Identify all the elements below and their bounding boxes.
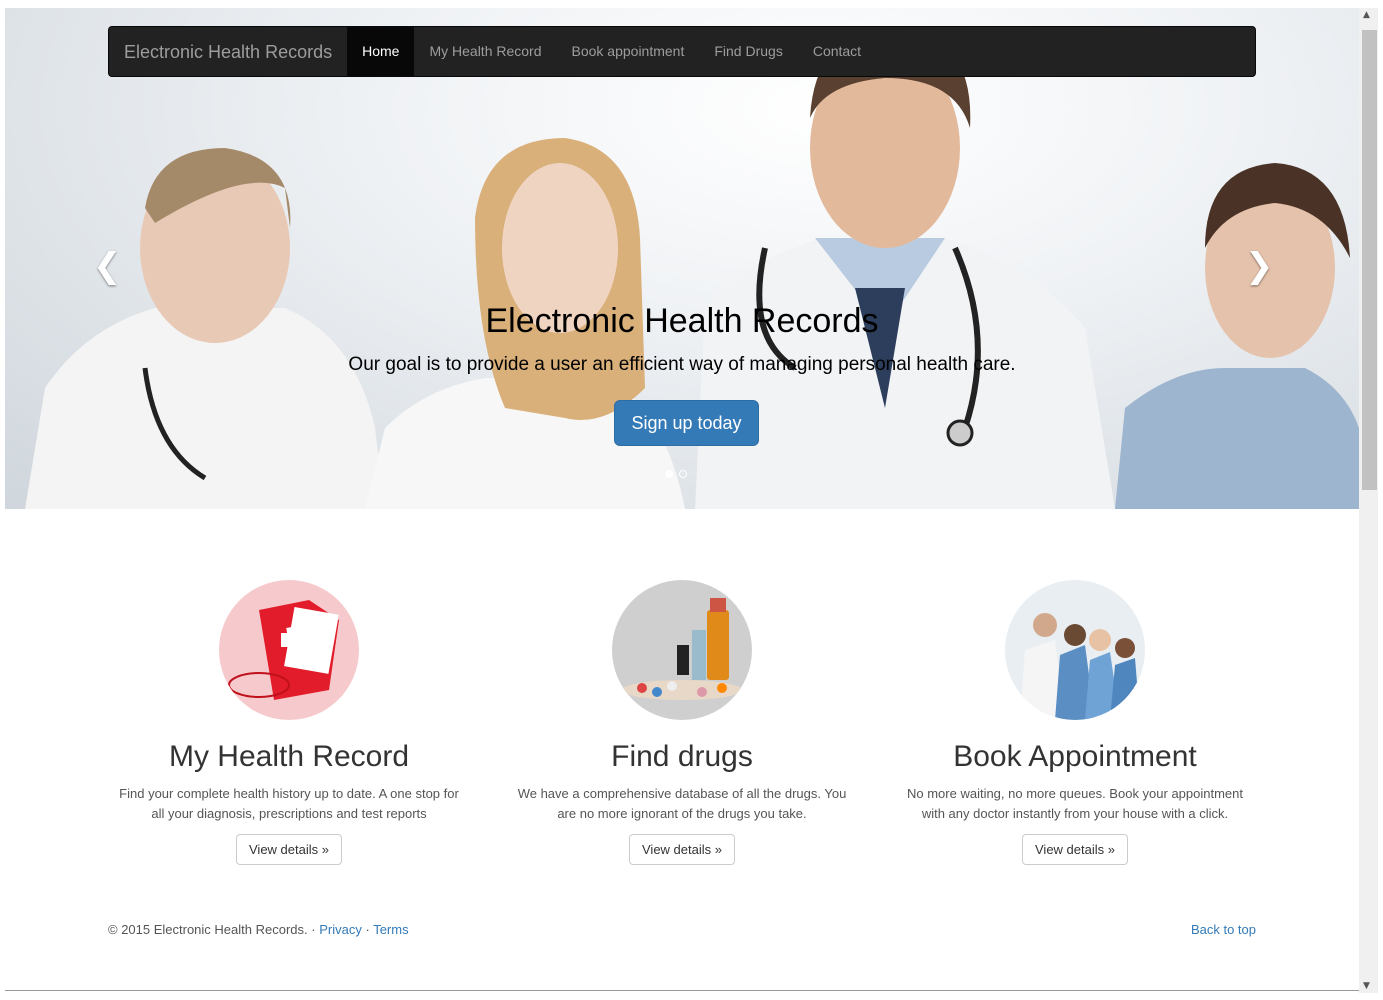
privacy-link[interactable]: Privacy bbox=[319, 922, 362, 937]
chevron-right-icon: ❯ bbox=[1245, 246, 1274, 286]
feature-text: Find your complete health history up to … bbox=[119, 786, 459, 821]
carousel-indicator[interactable] bbox=[665, 470, 673, 478]
nav-item-book-appointment[interactable]: Book appointment bbox=[557, 27, 700, 76]
page-footer: © 2015 Electronic Health Records. · Priv… bbox=[108, 922, 1256, 937]
sign-up-button[interactable]: Sign up today bbox=[614, 400, 759, 446]
scroll-down-icon[interactable]: ▼ bbox=[1363, 981, 1370, 991]
feature-title: Book Appointment bbox=[953, 740, 1197, 773]
medical-folder-image bbox=[219, 580, 359, 720]
view-details-button[interactable]: View details » bbox=[236, 834, 342, 865]
nav-menu: Home My Health Record Book appointment F… bbox=[347, 27, 876, 76]
nav-item-find-drugs[interactable]: Find Drugs bbox=[699, 27, 797, 76]
scrollbar-thumb[interactable] bbox=[1362, 30, 1377, 490]
carousel-subtitle: Our goal is to provide a user an efficie… bbox=[348, 354, 1016, 375]
view-details-button[interactable]: View details » bbox=[629, 834, 735, 865]
copyright-text: © 2015 Electronic Health Records. bbox=[108, 922, 308, 937]
footer-separator: · bbox=[311, 922, 316, 937]
view-details-button[interactable]: View details » bbox=[1022, 834, 1128, 865]
feature-my-health-record: My Health Record Find your complete heal… bbox=[109, 580, 469, 865]
chevron-left-icon: ❮ bbox=[93, 246, 122, 286]
scroll-up-icon[interactable]: ▲ bbox=[1363, 10, 1370, 20]
nav-item-my-health-record[interactable]: My Health Record bbox=[414, 27, 556, 76]
top-navbar: Electronic Health Records Home My Health… bbox=[108, 26, 1256, 77]
carousel-indicator[interactable] bbox=[679, 470, 687, 478]
feature-book-appointment: Book Appointment No more waiting, no mor… bbox=[895, 580, 1255, 865]
carousel-next-control[interactable]: ❯ bbox=[1245, 246, 1274, 286]
vertical-scrollbar[interactable]: ▲ ▼ bbox=[1359, 8, 1378, 993]
carousel-indicators bbox=[665, 470, 687, 478]
page-divider bbox=[5, 990, 1359, 991]
feature-text: No more waiting, no more queues. Book yo… bbox=[906, 786, 1244, 821]
feature-find-drugs: Find drugs We have a comprehensive datab… bbox=[502, 580, 862, 865]
nav-item-contact[interactable]: Contact bbox=[798, 27, 876, 76]
carousel-prev-control[interactable]: ❮ bbox=[93, 246, 122, 286]
medicine-bottles-image bbox=[612, 580, 752, 720]
footer-separator: · bbox=[365, 922, 370, 937]
carousel-title: Electronic Health Records bbox=[485, 302, 879, 340]
navbar-brand[interactable]: Electronic Health Records bbox=[109, 27, 347, 77]
nav-item-home[interactable]: Home bbox=[347, 27, 415, 76]
feature-text: We have a comprehensive database of all … bbox=[517, 786, 847, 821]
terms-link[interactable]: Terms bbox=[373, 922, 408, 937]
hero-carousel: ❮ ❯ Electronic Health Records Our goal i… bbox=[5, 8, 1359, 509]
back-to-top-link[interactable]: Back to top bbox=[1191, 922, 1256, 937]
feature-title: Find drugs bbox=[611, 740, 753, 773]
feature-title: My Health Record bbox=[168, 740, 410, 773]
doctors-team-image bbox=[1005, 580, 1145, 720]
